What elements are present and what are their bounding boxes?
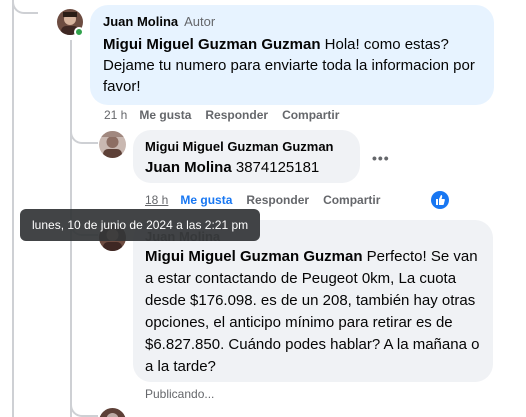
comment-actions: 18 h Me gusta Responder Compartir <box>145 193 394 207</box>
posting-status: Publicando... <box>145 387 215 401</box>
comment-timestamp[interactable]: 18 h <box>145 193 168 207</box>
like-button[interactable]: Me gusta <box>139 108 191 122</box>
more-options-icon[interactable]: ••• <box>372 150 390 166</box>
avatar[interactable] <box>99 408 126 417</box>
mention[interactable]: Migui Miguel Guzman Guzman <box>145 248 363 265</box>
comment-bubble: Juan Molina Autor Migui Miguel Guzman Guz… <box>90 5 494 105</box>
online-indicator <box>74 27 84 37</box>
comment-bubble: Juan Molina Migui Miguel Guzman Guzman P… <box>133 220 493 382</box>
reply-button[interactable]: Responder <box>246 193 309 207</box>
thread-line <box>12 0 38 14</box>
thread-line <box>12 0 14 417</box>
mention[interactable]: Migui Miguel Guzman Guzman <box>103 36 321 53</box>
reply-button[interactable]: Responder <box>205 108 268 122</box>
comment-text: 3874125181 <box>231 159 320 176</box>
comment-text: Perfecto! Se van a estar contactando de … <box>145 248 480 375</box>
comment-timestamp[interactable]: 21 h <box>104 108 127 122</box>
avatar[interactable] <box>99 131 126 158</box>
share-button[interactable]: Compartir <box>323 193 380 207</box>
mention[interactable]: Juan Molina <box>145 159 232 176</box>
share-button[interactable]: Compartir <box>282 108 339 122</box>
comment-author[interactable]: Juan Molina <box>103 14 178 29</box>
like-button[interactable]: Me gusta <box>180 193 232 207</box>
thread-line <box>70 118 98 144</box>
timestamp-tooltip: lunes, 10 de junio de 2024 a las 2:21 pm <box>20 209 261 241</box>
comment-actions: 21 h Me gusta Responder Compartir <box>104 108 353 122</box>
like-reaction-icon[interactable] <box>431 191 449 209</box>
comment-author[interactable]: Migui Miguel Guzman Guzman <box>145 139 348 155</box>
comment-bubble: Migui Miguel Guzman Guzman Juan Molina 3… <box>133 130 360 183</box>
author-badge: Autor <box>184 14 216 29</box>
thread-line <box>70 392 98 417</box>
